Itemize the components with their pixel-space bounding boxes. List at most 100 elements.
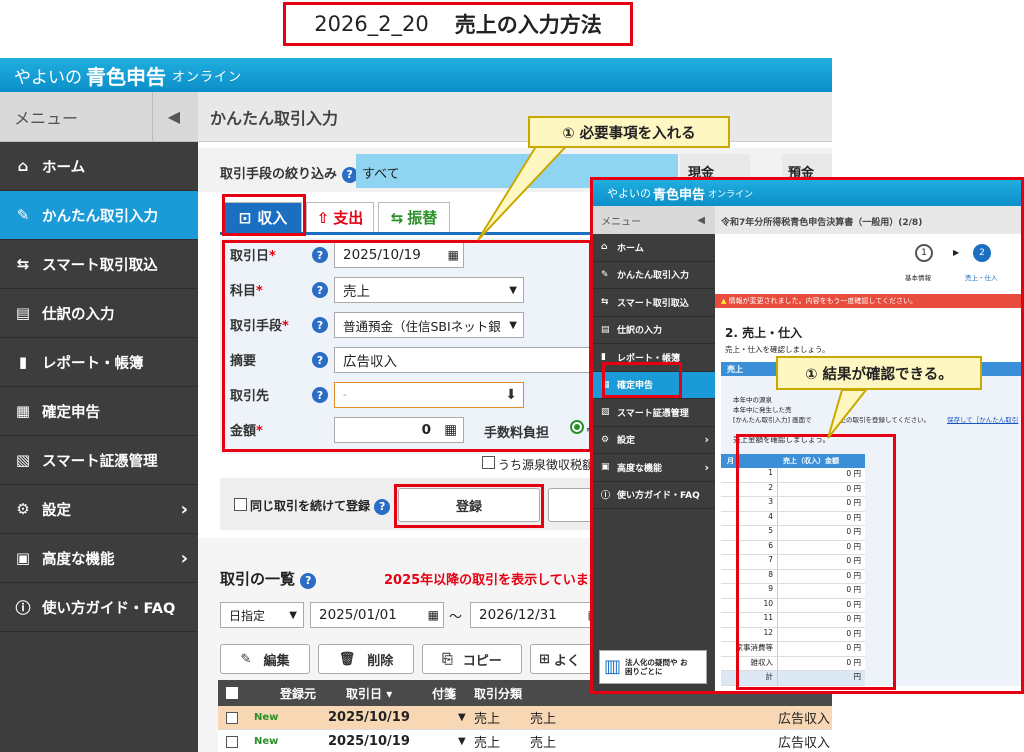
document-title: 2026_2_20 売上の入力方法 xyxy=(283,2,633,46)
home-icon: ⌂ xyxy=(601,242,608,253)
transfer-icon: ⇆ xyxy=(390,208,404,227)
callout-pointer xyxy=(827,390,868,439)
sidebar-item-receipts[interactable]: ▧ スマート証憑管理 xyxy=(0,436,198,485)
chart-icon: ▮ xyxy=(601,352,606,363)
highlight-inset-table xyxy=(736,434,896,690)
sidebar-item-label: 仕訳の入力 xyxy=(42,306,115,323)
page-title: かんたん取引入力 xyxy=(198,92,832,142)
sidebar-menu-header: メニュー ◀ xyxy=(0,92,198,142)
copy-button[interactable]: ⎘ コピー xyxy=(422,644,522,674)
pencil-icon: ✎ xyxy=(240,651,252,667)
row-checkbox[interactable] xyxy=(226,711,238,724)
highlight-income-tab xyxy=(222,194,306,236)
sidebar-item-tax-return[interactable]: ▦ 確定申告 xyxy=(0,387,198,436)
sidebar: メニュー ◀ ⌂ ホーム ✎ かんたん取引入力 ⇆ スマート取引取込 ▤ 仕訳の入力 ▮… xyxy=(0,92,198,752)
inset-sidebar-item[interactable]: ⇆ スマート取引取込 xyxy=(593,289,715,317)
inset-sidebar-item[interactable]: ✎ かんたん取引入力 xyxy=(593,262,715,289)
sidebar-item-label: スマート取引取込 xyxy=(42,257,158,274)
sidebar-item-label: ホーム xyxy=(42,159,86,176)
toolbox-icon: ▣ xyxy=(15,549,31,567)
calendar-icon[interactable]: ▦ xyxy=(428,608,439,622)
journal-icon: ▤ xyxy=(601,324,610,335)
sidebar-item-easy-entry[interactable]: ✎ かんたん取引入力 xyxy=(0,191,198,240)
gear-icon: ⚙ xyxy=(16,500,30,518)
trash-icon: 🗑 xyxy=(338,651,356,667)
table-row[interactable]: New 2025/10/19 ▼ 売上 売上 広告収入 xyxy=(218,706,832,730)
sidebar-item-smart-import[interactable]: ⇆ スマート取引取込 xyxy=(0,240,198,289)
sidebar-item-reports[interactable]: ▮ レポート・帳簿 xyxy=(0,338,198,387)
chevron-right-icon: › xyxy=(180,547,188,569)
brand-suffix: オンライン xyxy=(172,69,243,85)
help-icon[interactable]: ? xyxy=(300,572,317,589)
sidebar-item-home[interactable]: ⌂ ホーム xyxy=(0,142,198,191)
app-header: やよいの 青色申告 オンライン xyxy=(0,58,832,92)
date-to-input[interactable]: 2026/12/31▦ xyxy=(470,602,604,628)
withholding-label: うち源泉徴収税額 xyxy=(498,458,595,472)
chevron-right-icon: › xyxy=(704,460,709,474)
inset-sidebar-item[interactable]: ⓘ 使い方ガイド・FAQ xyxy=(593,482,715,509)
sidebar-item-help[interactable]: ⓘ 使い方ガイド・FAQ xyxy=(0,583,198,632)
withholding-checkbox[interactable] xyxy=(482,456,495,469)
import-icon: ⇆ xyxy=(601,297,609,308)
collapse-menu-icon[interactable]: ◀ xyxy=(168,107,180,126)
receipt-icon: ▧ xyxy=(601,407,610,418)
sidebar-item-label: 高度な機能 xyxy=(42,551,115,568)
step-1: 1 xyxy=(915,244,933,262)
highlight-register xyxy=(394,484,544,528)
inset-sidebar-item[interactable]: ⌂ ホーム xyxy=(593,234,715,262)
building-icon: ▥ xyxy=(604,656,622,678)
sidebar-item-label: スマート証憑管理 xyxy=(42,453,158,470)
inset-page-title: 令和7年分所得税青色申告決算書（一般用）(2/8) xyxy=(715,206,1021,234)
inset-sidebar-item[interactable]: ▧ スマート証憑管理 xyxy=(593,399,715,427)
list-notice: 2025年以降の取引を表示しています xyxy=(384,573,602,588)
inset-sidebar-item[interactable]: ⚙ 設定 › xyxy=(593,427,715,454)
sidebar-item-label: 設定 xyxy=(42,502,71,519)
callout-enter-details: ① 必要事項を入れる xyxy=(528,116,730,148)
save-link[interactable]: 保存して［かんたん取引 xyxy=(947,414,1018,424)
calculator-icon: ▦ xyxy=(15,402,31,420)
bookmark-icon: ⊞ xyxy=(539,651,550,667)
callout-result: ① 結果が確認できる。 xyxy=(776,356,982,390)
row-checkbox[interactable] xyxy=(226,735,238,748)
tab-transfer[interactable]: ⇆ 振替 xyxy=(378,202,450,232)
period-mode-select[interactable]: 日指定 ▼ xyxy=(220,602,304,628)
filter-label: 取引手段の絞り込み ? xyxy=(220,163,358,183)
inset-header: やよいの 青色申告 オンライン xyxy=(593,180,1021,206)
chart-icon: ▮ xyxy=(18,353,28,371)
gear-icon: ⚙ xyxy=(601,434,610,445)
chevron-down-icon: ▼ xyxy=(289,609,297,621)
document-date: 2026_2_20 xyxy=(314,12,429,36)
sidebar-item-journal[interactable]: ▤ 仕訳の入力 xyxy=(0,289,198,338)
journal-icon: ▤ xyxy=(15,304,31,322)
inset-sidebar: メニュー ◀ ⌂ ホーム ✎ かんたん取引入力 ⇆ スマート取引取込 ▤ 仕訳の入力 ▮ レ… xyxy=(593,206,715,691)
help-icon[interactable]: ? xyxy=(374,498,391,515)
warning-icon: ▲ xyxy=(721,297,727,305)
highlight-inset-tax-return xyxy=(602,362,682,398)
edit-button[interactable]: ✎ 編集 xyxy=(220,644,310,674)
import-icon: ⇆ xyxy=(16,255,30,273)
expense-icon: ⇧ xyxy=(316,208,330,227)
continue-checkbox[interactable] xyxy=(234,498,247,511)
table-row[interactable]: New 2025/10/19 ▼ 売上 売上 広告収入 xyxy=(218,730,832,752)
chevron-right-icon: › xyxy=(704,433,709,447)
warning-banner: ▲ 情報が変更されました。内容をもう一度確認してください。 xyxy=(715,294,1021,308)
copy-icon: ⎘ xyxy=(442,651,453,667)
pencil-icon: ✎ xyxy=(601,269,609,280)
tab-expense[interactable]: ⇧ 支出 xyxy=(306,202,374,232)
continue-label: 同じ取引を続けて登録 ? xyxy=(250,497,391,515)
toolbox-icon: ▣ xyxy=(601,462,610,473)
range-separator: ～ xyxy=(449,610,463,625)
select-all-checkbox[interactable] xyxy=(226,687,238,699)
brand-name: 青色申告 xyxy=(86,64,166,89)
sidebar-item-settings[interactable]: ⚙ 設定 › xyxy=(0,485,198,534)
inset-sidebar-item[interactable]: ▤ 仕訳の入力 xyxy=(593,317,715,344)
sidebar-item-advanced[interactable]: ▣ 高度な機能 › xyxy=(0,534,198,583)
promo-banner[interactable]: ▥ 法人化の疑問や お困りごとに xyxy=(599,650,707,684)
menu-label: メニュー xyxy=(14,108,79,128)
date-from-input[interactable]: 2025/01/01 ▦ xyxy=(310,602,444,628)
sidebar-item-label: 使い方ガイド・FAQ xyxy=(42,600,176,617)
receipt-icon: ▧ xyxy=(15,451,31,469)
delete-button[interactable]: 🗑 削除 xyxy=(318,644,414,674)
pencil-icon: ✎ xyxy=(16,206,30,224)
inset-sidebar-item[interactable]: ▣ 高度な機能 › xyxy=(593,454,715,482)
